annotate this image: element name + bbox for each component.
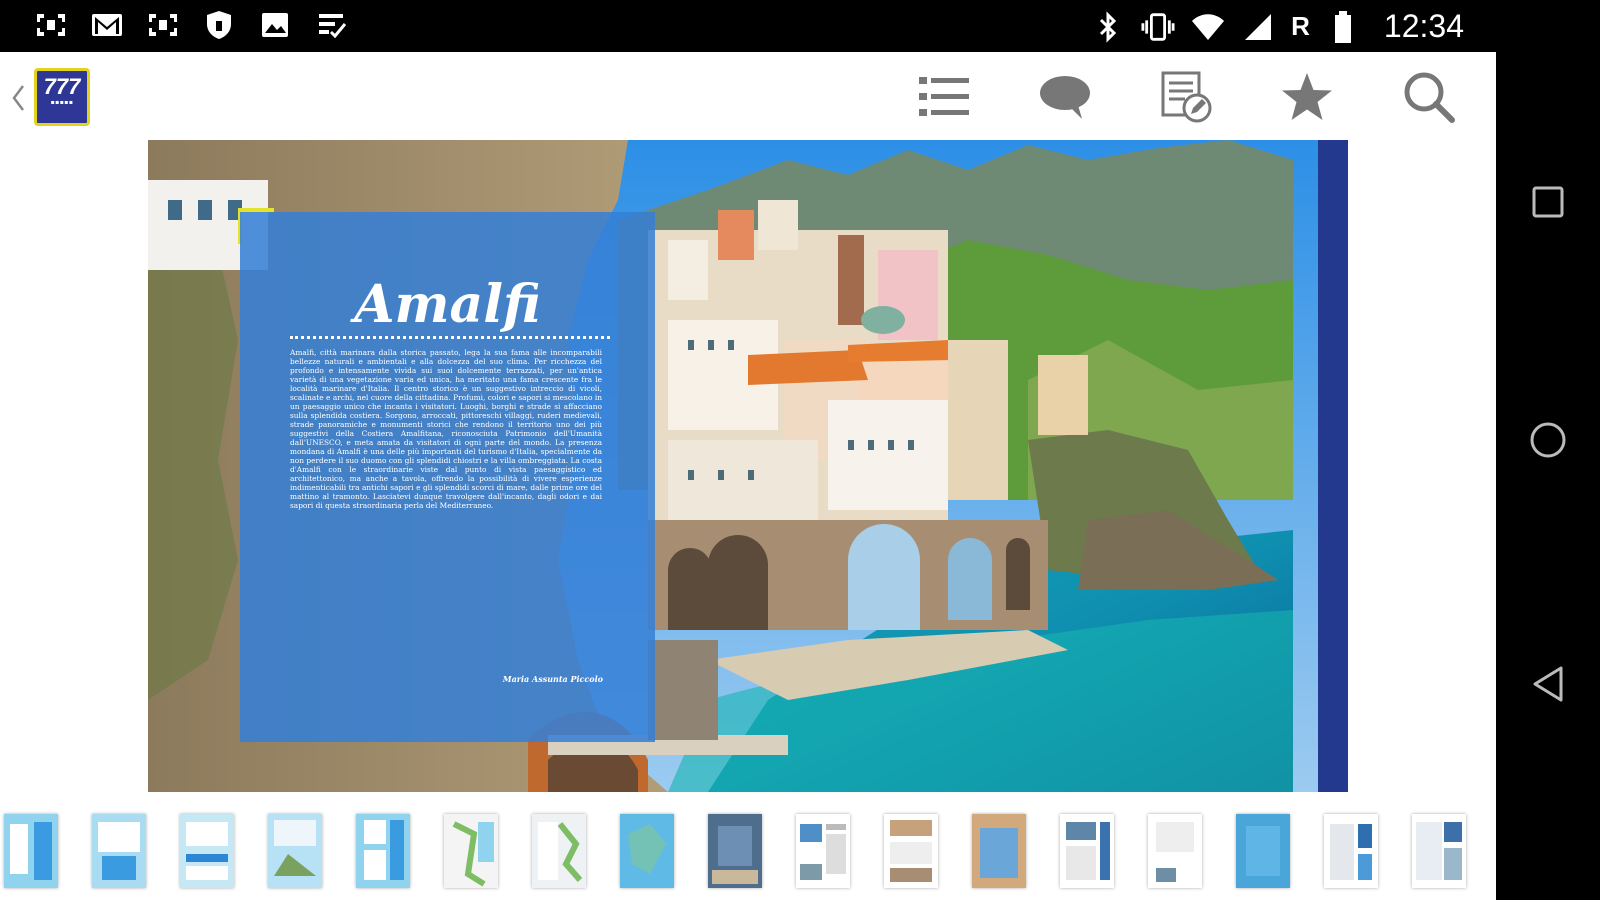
article-author: Maria Assunta Piccolo bbox=[502, 674, 603, 684]
article-title: Amalfi bbox=[354, 274, 541, 335]
page-thumb-2[interactable] bbox=[92, 814, 146, 888]
list-button[interactable] bbox=[915, 68, 973, 126]
battery-icon bbox=[1326, 10, 1360, 44]
vibrate-icon bbox=[1141, 10, 1175, 44]
square-icon bbox=[1532, 186, 1564, 218]
title-divider bbox=[290, 336, 610, 342]
list-icon bbox=[919, 77, 969, 116]
comment-icon bbox=[1040, 76, 1090, 119]
page-thumb-11[interactable] bbox=[884, 814, 938, 888]
page-thumb-15[interactable] bbox=[1236, 814, 1290, 888]
page-thumb-16[interactable] bbox=[1324, 814, 1378, 888]
checklist-icon bbox=[314, 8, 348, 42]
triangle-back-icon bbox=[1533, 666, 1563, 702]
image-icon bbox=[258, 8, 292, 42]
recents-button[interactable] bbox=[1522, 176, 1574, 228]
signal-icon bbox=[1241, 10, 1275, 44]
app-logo-mark: ▪▪▪▪▪ bbox=[50, 99, 74, 106]
search-icon bbox=[1404, 72, 1455, 123]
kaspersky-icon bbox=[146, 8, 180, 42]
comments-button[interactable] bbox=[1036, 68, 1094, 126]
back-arrow-button[interactable] bbox=[6, 78, 30, 118]
page-thumb-4[interactable] bbox=[268, 814, 322, 888]
wifi-icon bbox=[1191, 10, 1225, 44]
magazine-spread[interactable]: Amalfi Amalfi, città marinara dalla stor… bbox=[148, 140, 1348, 792]
app-logo[interactable]: 777 ▪▪▪▪▪ bbox=[34, 68, 90, 126]
roaming-indicator: R bbox=[1291, 11, 1310, 41]
page-thumb-3[interactable] bbox=[180, 814, 234, 888]
page-thumb-17[interactable] bbox=[1412, 814, 1466, 888]
page-thumb-12[interactable] bbox=[972, 814, 1026, 888]
shield-icon bbox=[202, 8, 236, 42]
search-button[interactable] bbox=[1400, 68, 1458, 126]
page-thumb-13[interactable] bbox=[1060, 814, 1114, 888]
page-thumb-9[interactable] bbox=[708, 814, 762, 888]
thumbnail-strip[interactable] bbox=[0, 804, 1496, 900]
article-body: Amalfi, città marinara dalla storica pas… bbox=[290, 348, 602, 510]
back-button[interactable] bbox=[1522, 658, 1574, 710]
page-thumb-8[interactable] bbox=[620, 814, 674, 888]
kaspersky-icon bbox=[34, 8, 68, 42]
page-thumb-14[interactable] bbox=[1148, 814, 1202, 888]
star-icon bbox=[1282, 73, 1332, 120]
status-bar: R 12:34 bbox=[0, 0, 1600, 52]
android-nav-bar bbox=[1496, 52, 1600, 900]
article-textbox: Amalfi Amalfi, città marinara dalla stor… bbox=[240, 212, 655, 742]
page-thumb-7[interactable] bbox=[532, 814, 586, 888]
gmail-icon bbox=[90, 8, 124, 42]
app-logo-text: 777 bbox=[43, 74, 81, 99]
home-button[interactable] bbox=[1522, 414, 1574, 466]
page-thumb-10[interactable] bbox=[796, 814, 850, 888]
circle-icon bbox=[1530, 422, 1566, 458]
notification-icons bbox=[34, 8, 348, 42]
notes-button[interactable] bbox=[1157, 68, 1215, 126]
page-thumb-6[interactable] bbox=[444, 814, 498, 888]
bluetooth-icon bbox=[1091, 10, 1125, 44]
page-thumb-5[interactable] bbox=[356, 814, 410, 888]
page-edge bbox=[1318, 140, 1348, 792]
toolbar: 777 ▪▪▪▪▪ bbox=[0, 52, 1496, 140]
system-status-icons: R 12:34 bbox=[1091, 8, 1464, 45]
clock: 12:34 bbox=[1383, 8, 1464, 44]
page-thumb-1[interactable] bbox=[4, 814, 58, 888]
edit-note-icon bbox=[1161, 71, 1212, 123]
reader-app: 777 ▪▪▪▪▪ Amalfi Amalfi, città marinara … bbox=[0, 52, 1496, 900]
bookmark-button[interactable] bbox=[1278, 68, 1336, 126]
